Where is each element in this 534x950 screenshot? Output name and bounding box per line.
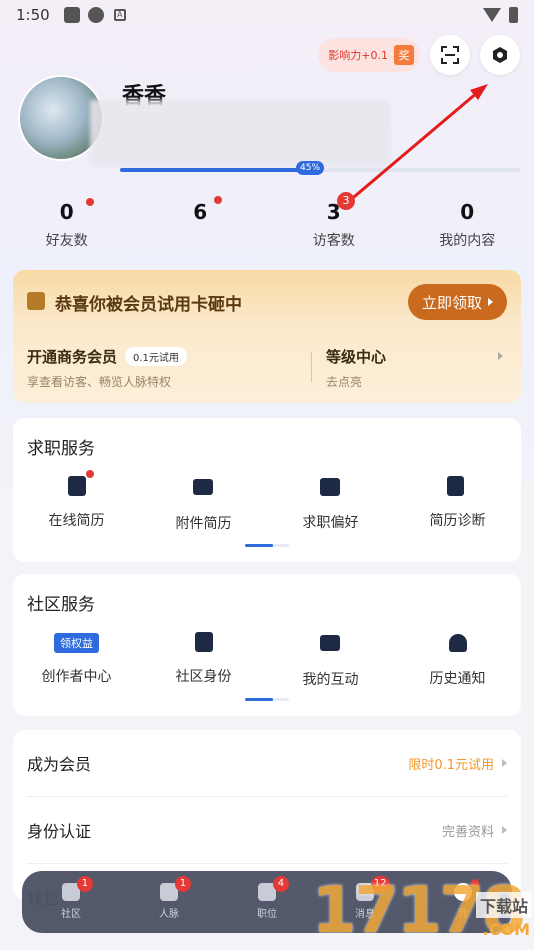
tab-community[interactable]: 社区 1 bbox=[22, 871, 120, 933]
claim-benefit-tag: 领权益 bbox=[54, 633, 99, 653]
claim-now-label: 立即领取 bbox=[421, 293, 482, 312]
stats-row: 0 好友数 6 3 访客数 3 0 我的内容 bbox=[0, 192, 534, 250]
stat-my-content[interactable]: 0 我的内容 bbox=[401, 200, 534, 250]
stat-label: 好友数 bbox=[45, 233, 88, 249]
online-resume-item[interactable]: 在线简历 bbox=[13, 470, 140, 533]
tab-label: 职位 bbox=[257, 909, 277, 920]
item-label: 附件简历 bbox=[175, 516, 232, 532]
tab-badge: 1 bbox=[76, 876, 93, 892]
stat-value: 3 bbox=[326, 200, 341, 224]
business-member-entry[interactable]: 开通商务会员 0.1元试用 享查看访客、畅览人脉特权 bbox=[27, 346, 187, 390]
notification-dot bbox=[85, 470, 94, 478]
tab-badge: 1 bbox=[174, 876, 191, 892]
trial-pill: 0.1元试用 bbox=[125, 347, 187, 366]
item-label: 创作者中心 bbox=[41, 669, 112, 685]
resume-icon bbox=[66, 470, 94, 498]
claim-now-button[interactable]: 立即领取 bbox=[407, 284, 507, 320]
community-service-card: 社区服务 领权益 创作者中心 社区身份 我的互动 历史通知 bbox=[13, 574, 521, 716]
job-preference-item[interactable]: 求职偏好 bbox=[267, 476, 394, 533]
diagnose-icon bbox=[446, 476, 469, 498]
divider bbox=[311, 352, 312, 382]
attachment-resume-item[interactable]: 附件简历 bbox=[140, 476, 267, 533]
page-indicator bbox=[245, 698, 289, 701]
community-identity-item[interactable]: 社区身份 bbox=[140, 632, 267, 689]
level-center-sub: 去点亮 bbox=[326, 375, 363, 389]
vip-card: 恭喜你被会员试用卡砸中 立即领取 开通商务会员 0.1元试用 享查看访客、畅览人… bbox=[13, 270, 521, 403]
folder-icon bbox=[192, 479, 215, 501]
item-label: 社区身份 bbox=[175, 669, 232, 685]
stat-second[interactable]: 6 bbox=[134, 196, 268, 250]
business-member-title: 开通商务会员 bbox=[27, 348, 118, 366]
history-notification-item[interactable]: 历史通知 bbox=[394, 632, 521, 689]
business-member-sub: 享查看访客、畅览人脉特权 bbox=[27, 375, 172, 389]
watermark: 17178 下载站 .COM bbox=[312, 862, 534, 950]
chevron-right-icon bbox=[502, 759, 507, 767]
identity-verify-row[interactable]: 身份认证 完善资料 bbox=[27, 797, 507, 863]
row-label: 成为会员 bbox=[27, 755, 92, 774]
item-label: 历史通知 bbox=[429, 671, 486, 687]
preference-icon bbox=[319, 478, 342, 500]
page-indicator bbox=[245, 544, 289, 547]
row-value: 限时0.1元试用 bbox=[408, 757, 494, 773]
stat-value: 0 bbox=[460, 200, 475, 224]
chat-icon bbox=[319, 635, 342, 657]
stat-label: 我的内容 bbox=[439, 233, 496, 249]
level-center-title: 等级中心 bbox=[326, 348, 387, 366]
chevron-right-icon bbox=[502, 826, 507, 834]
watermark-text: 下载站 bbox=[475, 892, 532, 918]
item-label: 在线简历 bbox=[48, 513, 105, 529]
item-label: 我的互动 bbox=[302, 672, 359, 688]
notification-dot bbox=[86, 198, 94, 206]
stat-value: 6 bbox=[193, 200, 208, 224]
stat-friends[interactable]: 0 好友数 bbox=[0, 198, 134, 250]
tab-connections[interactable]: 人脉 1 bbox=[120, 871, 218, 933]
item-label: 求职偏好 bbox=[302, 515, 359, 531]
watermark-domain: .COM bbox=[482, 920, 530, 939]
tab-label: 社区 bbox=[61, 909, 81, 920]
bell-icon bbox=[447, 634, 469, 656]
chevron-right-icon bbox=[498, 352, 503, 360]
tab-jobs[interactable]: 职位 4 bbox=[218, 871, 316, 933]
identity-icon bbox=[193, 632, 215, 654]
level-center-entry[interactable]: 等级中心 去点亮 bbox=[326, 346, 386, 390]
my-interaction-item[interactable]: 我的互动 bbox=[267, 632, 394, 689]
tab-badge: 4 bbox=[272, 876, 289, 892]
row-label: 身份认证 bbox=[27, 822, 92, 841]
stat-label: 访客数 bbox=[312, 233, 355, 249]
notification-dot bbox=[213, 196, 222, 204]
stat-visitors[interactable]: 3 访客数 3 bbox=[267, 192, 401, 250]
resume-diagnose-item[interactable]: 简历诊断 bbox=[394, 476, 521, 533]
stat-value: 0 bbox=[59, 200, 74, 224]
row-value: 完善资料 bbox=[441, 824, 494, 840]
tab-label: 人脉 bbox=[159, 909, 179, 920]
section-title: 求职服务 bbox=[27, 439, 95, 459]
become-member-row[interactable]: 成为会员 限时0.1元试用 bbox=[27, 730, 507, 796]
crown-icon bbox=[27, 292, 45, 310]
item-label: 简历诊断 bbox=[429, 513, 486, 529]
section-title: 社区服务 bbox=[27, 595, 95, 615]
visitor-badge: 3 bbox=[337, 192, 355, 210]
arrow-right-icon bbox=[488, 298, 493, 306]
vip-title: 恭喜你被会员试用卡砸中 bbox=[55, 295, 242, 315]
job-service-card: 求职服务 在线简历 附件简历 求职偏好 简历诊断 bbox=[13, 418, 521, 562]
creator-center-item[interactable]: 领权益 创作者中心 bbox=[13, 632, 140, 689]
